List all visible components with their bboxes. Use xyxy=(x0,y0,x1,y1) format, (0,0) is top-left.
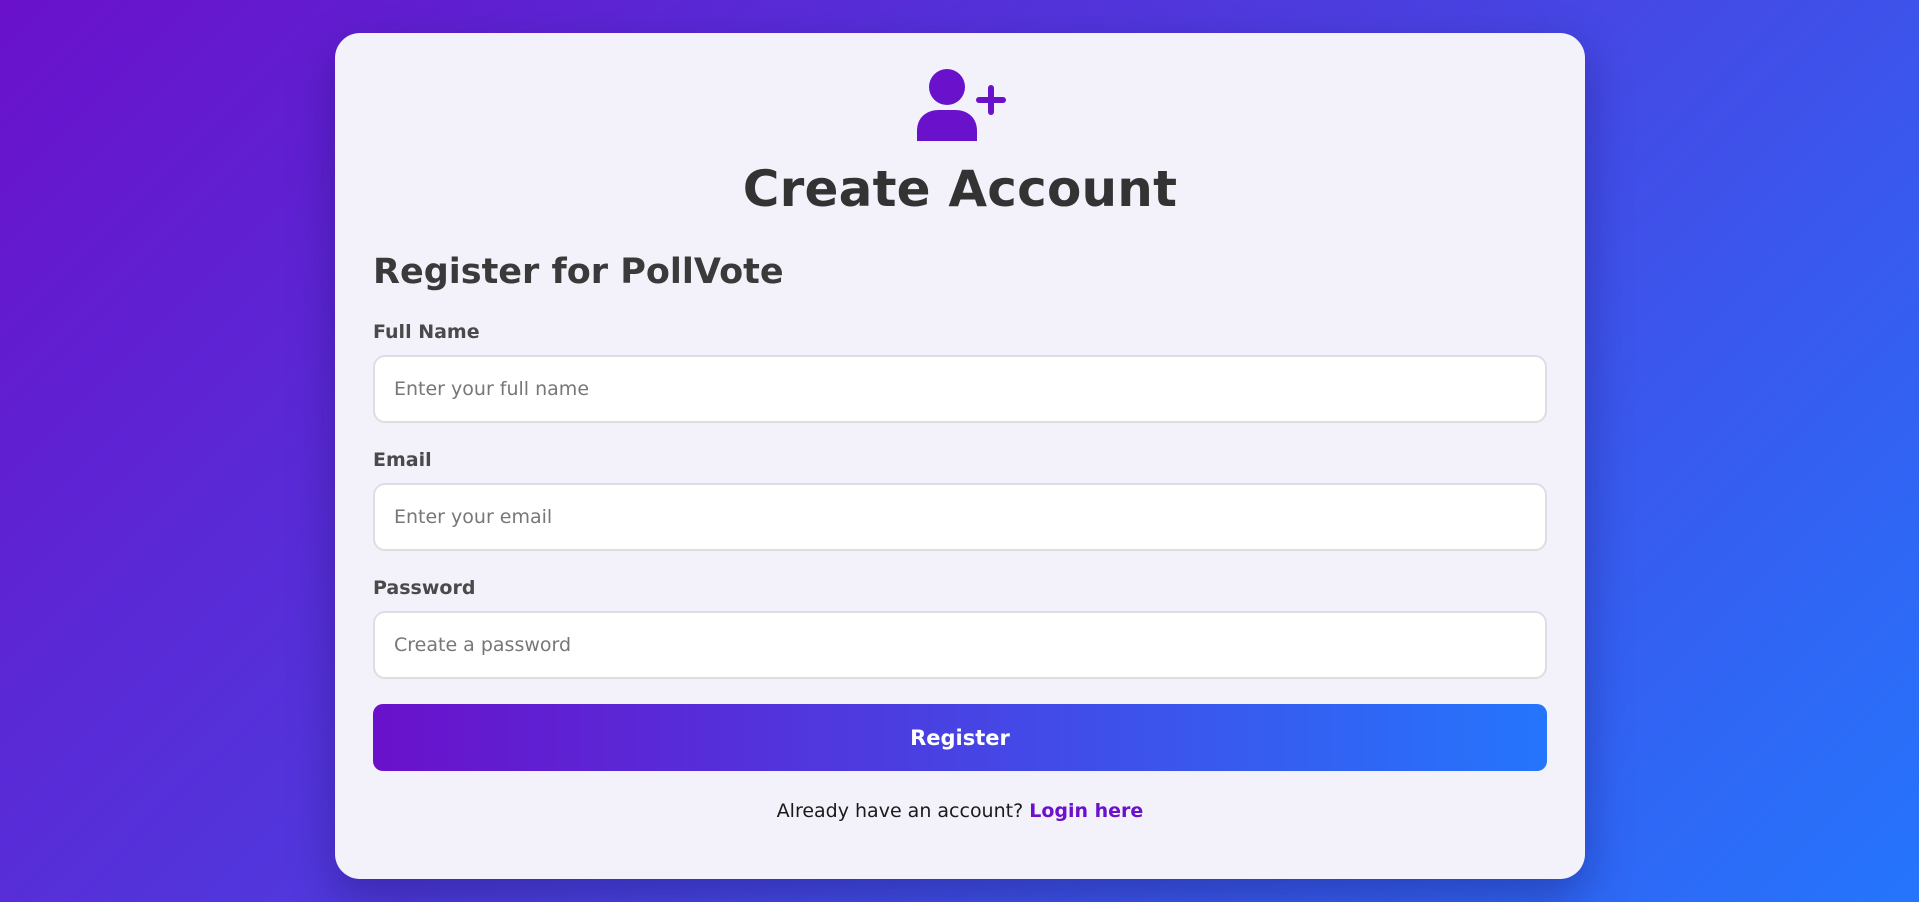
email-field-group: Email xyxy=(373,448,1547,551)
login-link[interactable]: Login here xyxy=(1029,800,1143,822)
login-prompt-text: Already have an account? xyxy=(776,800,1024,822)
form-subtitle: Register for PollVote xyxy=(373,252,784,292)
password-field-group: Password xyxy=(373,576,1547,679)
card-header: Create Account xyxy=(373,69,1547,219)
page-title: Create Account xyxy=(742,160,1178,218)
full-name-input[interactable] xyxy=(373,355,1547,423)
password-label: Password xyxy=(373,577,476,599)
email-label: Email xyxy=(373,449,432,471)
register-button[interactable]: Register xyxy=(373,704,1547,771)
login-prompt: Already have an account? Login here xyxy=(373,799,1547,823)
full-name-label: Full Name xyxy=(373,321,480,343)
register-card: Create Account Register for PollVote Ful… xyxy=(335,33,1585,879)
user-plus-icon xyxy=(917,69,1007,141)
password-input[interactable] xyxy=(373,611,1547,679)
email-input[interactable] xyxy=(373,483,1547,551)
full-name-field-group: Full Name xyxy=(373,320,1547,423)
